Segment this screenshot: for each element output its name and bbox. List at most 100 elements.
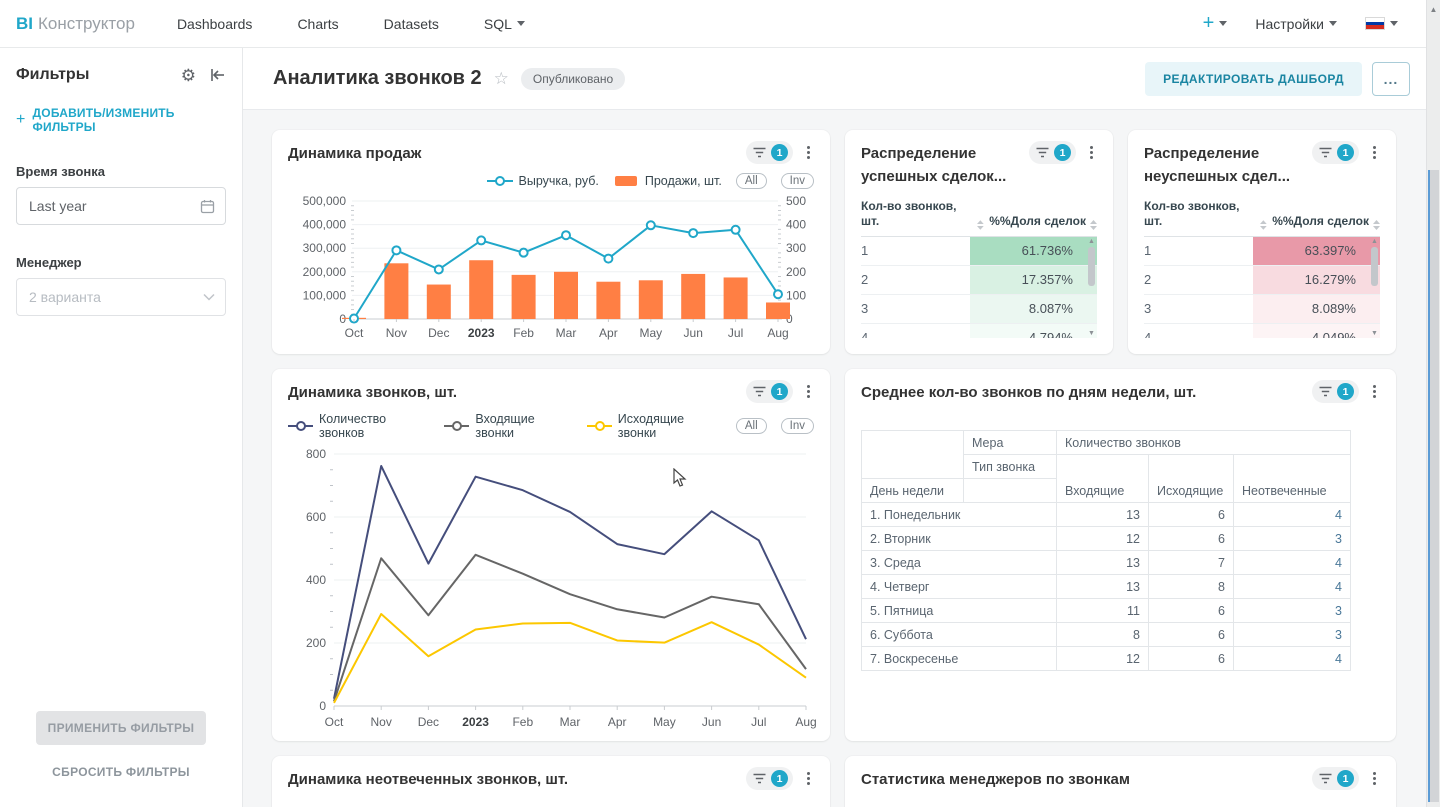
filter-chip[interactable]: 1 — [746, 380, 793, 403]
kebab-menu-icon[interactable] — [1369, 144, 1380, 161]
column-header[interactable]: Исходящие — [1149, 455, 1234, 503]
legend-pill-all[interactable]: All — [736, 173, 767, 189]
sort-icon[interactable] — [1260, 220, 1267, 230]
kebab-menu-icon[interactable] — [1369, 383, 1380, 400]
value-cell: 12 — [1057, 527, 1149, 551]
filter-chip[interactable]: 1 — [746, 767, 793, 790]
share-percent-cell: 4.049% — [1253, 324, 1380, 338]
kebab-menu-icon[interactable] — [1369, 770, 1380, 787]
nav-dashboards[interactable]: Dashboards — [177, 16, 253, 32]
table-row: 161.736% — [861, 237, 1097, 266]
call-time-filter-input[interactable]: Last year — [16, 187, 226, 225]
edit-dashboard-button[interactable]: РЕДАКТИРОВАТЬ ДАШБОРД — [1145, 62, 1362, 96]
svg-text:300: 300 — [786, 241, 806, 255]
filter-chip[interactable]: 1 — [746, 141, 793, 164]
table-row: 217.357% — [861, 266, 1097, 295]
filter-icon — [753, 386, 766, 397]
value-cell: 13 — [1057, 503, 1149, 527]
filter-chip[interactable]: 1 — [1312, 767, 1359, 790]
share-percent-cell: 8.087% — [970, 295, 1097, 323]
kebab-menu-icon[interactable] — [803, 770, 814, 787]
collapse-sidebar-icon[interactable] — [210, 68, 226, 82]
svg-text:200,000: 200,000 — [303, 265, 347, 279]
column-header[interactable]: Кол-во звонков, шт. — [861, 199, 973, 230]
page-scrollbar[interactable]: ▲ — [1426, 0, 1440, 807]
scroll-up-icon[interactable]: ▲ — [1427, 0, 1440, 14]
svg-text:100: 100 — [786, 289, 806, 303]
column-header[interactable]: Входящие — [1057, 455, 1149, 503]
sort-icon[interactable] — [977, 220, 984, 230]
app-logo[interactable]: BI Конструктор — [16, 14, 135, 34]
calls-count-cell: 4 — [1144, 324, 1253, 338]
language-menu[interactable] — [1365, 17, 1398, 30]
scroll-up-icon[interactable]: ▲ — [1371, 238, 1378, 245]
sales-combo-chart[interactable]: 00100,000100200,000200300,000300400,0004… — [288, 193, 824, 343]
svg-text:400: 400 — [306, 573, 326, 587]
table-row: 216.279% — [1144, 266, 1380, 295]
more-options-button[interactable]: ... — [1372, 62, 1410, 96]
weekday-cell: 4. Четверг — [862, 575, 1057, 599]
filter-chip[interactable]: 1 — [1312, 141, 1359, 164]
value-cell: 6 — [1149, 623, 1234, 647]
svg-text:Dec: Dec — [428, 326, 449, 340]
kebab-menu-icon[interactable] — [803, 383, 814, 400]
measure-label: Мера — [964, 431, 1057, 455]
column-header[interactable]: Неотвеченные — [1234, 455, 1351, 503]
column-header[interactable]: %%Доля сделок — [1272, 214, 1369, 230]
calls-line-chart[interactable]: 0200400600800OctNovDec2023FebMarAprMayJu… — [288, 444, 816, 734]
filter-chip[interactable]: 1 — [1029, 141, 1076, 164]
kebab-menu-icon[interactable] — [803, 144, 814, 161]
chevron-down-icon — [1390, 21, 1398, 26]
table-row: 2. Вторник1263 — [862, 527, 1351, 551]
scrollbar[interactable]: ▲ ▼ — [1369, 237, 1380, 338]
svg-text:200: 200 — [306, 636, 326, 650]
fail-table-body: 163.397%216.279%38.089%44.049% ▲ ▼ — [1144, 237, 1380, 338]
nav-charts[interactable]: Charts — [297, 16, 338, 32]
manager-filter-select[interactable]: 2 варианта — [16, 278, 226, 316]
gear-icon[interactable]: ⚙ — [181, 67, 196, 84]
column-header[interactable]: %%Доля сделок — [989, 214, 1086, 230]
scroll-up-icon[interactable]: ▲ — [1088, 238, 1095, 245]
scroll-thumb[interactable] — [1428, 170, 1439, 802]
legend-item[interactable]: Исходящие звонки — [587, 412, 722, 440]
card-unanswered-dynamics: Динамика неотвеченных звонков, шт. 1 — [272, 756, 830, 807]
sort-icon[interactable] — [1090, 220, 1097, 230]
filter-icon — [1036, 147, 1049, 158]
svg-text:100,000: 100,000 — [303, 289, 347, 303]
svg-text:Aug: Aug — [795, 715, 816, 729]
nav-datasets[interactable]: Datasets — [384, 16, 439, 32]
scroll-down-icon[interactable]: ▼ — [1088, 330, 1095, 337]
legend-pill-inv[interactable]: Inv — [781, 418, 814, 434]
filter-chip[interactable]: 1 — [1312, 380, 1359, 403]
value-cell: 8 — [1057, 623, 1149, 647]
legend-item[interactable]: Входящие звонки — [444, 412, 572, 440]
scroll-thumb[interactable] — [1088, 247, 1095, 286]
card-fail-deals: Распределение неуспешных сдел... 1 — [1128, 130, 1396, 354]
legend-pill-all[interactable]: All — [736, 418, 767, 434]
apply-filters-button[interactable]: ПРИМЕНИТЬ ФИЛЬТРЫ — [36, 711, 206, 745]
card-title: Распределение успешных сделок... — [861, 142, 1029, 189]
column-header[interactable]: Кол-во звонков, шт. — [1144, 199, 1256, 230]
legend-item[interactable]: Количество звонков — [288, 412, 430, 440]
value-cell: 4 — [1234, 503, 1351, 527]
reset-filters-button[interactable]: СБРОСИТЬ ФИЛЬТРЫ — [52, 765, 190, 779]
svg-text:0: 0 — [319, 699, 326, 713]
kebab-menu-icon[interactable] — [1086, 144, 1097, 161]
add-new-menu[interactable]: + — [1203, 12, 1228, 35]
sort-icon[interactable] — [1373, 220, 1380, 230]
share-percent-cell: 8.089% — [1253, 295, 1380, 323]
nav-sql[interactable]: SQL — [484, 16, 525, 32]
legend-pill-inv[interactable]: Inv — [781, 173, 814, 189]
legend-item[interactable]: Продажи, шт. — [613, 174, 722, 188]
value-cell: 4 — [1234, 575, 1351, 599]
legend-item[interactable]: Выручка, руб. — [487, 174, 599, 188]
calls-count-cell: 2 — [1144, 266, 1253, 294]
scrollbar[interactable]: ▲ ▼ — [1086, 237, 1097, 338]
scroll-thumb[interactable] — [1371, 247, 1378, 286]
scroll-down-icon[interactable]: ▼ — [1371, 330, 1378, 337]
svg-text:2023: 2023 — [468, 326, 495, 340]
add-edit-filters-button[interactable]: + ДОБАВИТЬ/ИЗМЕНИТЬ ФИЛЬТРЫ — [16, 106, 226, 134]
settings-menu[interactable]: Настройки — [1255, 16, 1337, 32]
svg-text:Dec: Dec — [418, 715, 439, 729]
favorite-star-icon[interactable]: ☆ — [494, 69, 509, 89]
